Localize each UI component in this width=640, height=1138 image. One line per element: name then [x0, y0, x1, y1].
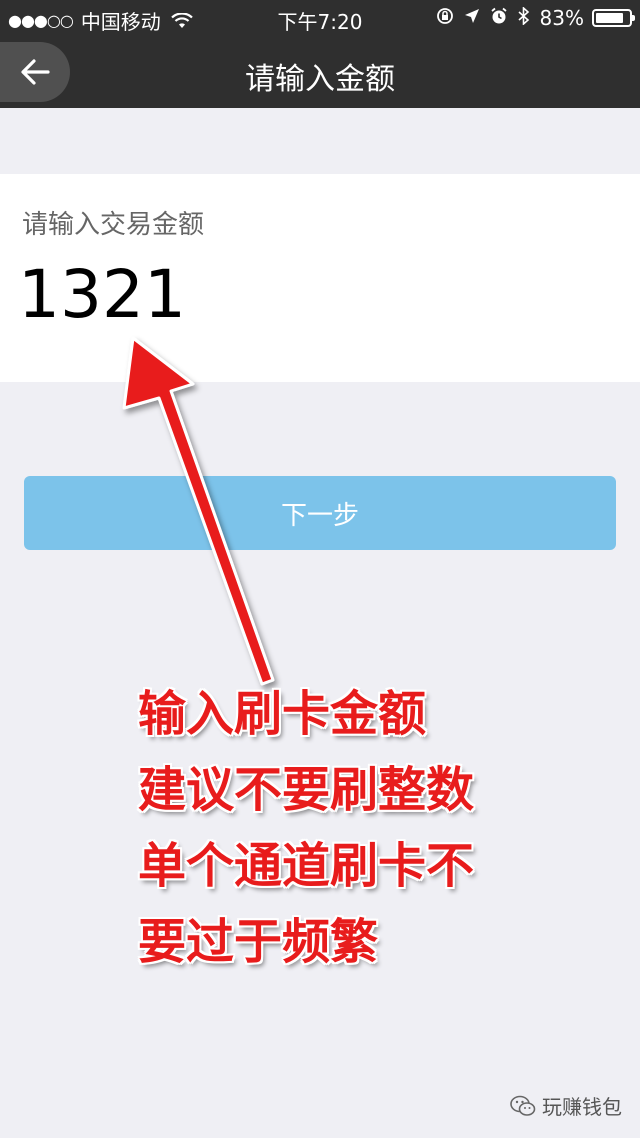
next-step-label: 下一步	[280, 500, 359, 531]
alarm-icon	[490, 7, 508, 30]
amount-panel: 请输入交易金额	[0, 174, 640, 382]
orientation-lock-icon	[436, 7, 454, 30]
bluetooth-icon	[518, 5, 530, 30]
annotation-line: 单个通道刷卡不	[138, 838, 475, 894]
status-right: 83%	[436, 5, 635, 30]
amount-input[interactable]	[18, 250, 578, 340]
annotation-line: 要过于频繁	[138, 914, 379, 970]
next-step-button[interactable]: 下一步	[24, 476, 616, 550]
battery-icon	[592, 9, 635, 27]
status-bar: ●●●○○ 中国移动 下午7:20 83%	[0, 0, 640, 36]
annotation-text: 输入刷卡金额 建议不要刷整数 单个通道刷卡不 要过于频繁	[138, 676, 618, 980]
nav-bar: 请输入金额	[0, 36, 640, 108]
battery-fill	[596, 13, 623, 23]
annotation-line: 输入刷卡金额	[138, 686, 427, 742]
location-icon	[464, 8, 480, 29]
watermark-text: 玩赚钱包	[542, 1095, 622, 1119]
amount-label: 请输入交易金额	[22, 210, 205, 240]
battery-percent: 83%	[539, 6, 584, 30]
watermark: 玩赚钱包	[510, 1091, 622, 1120]
page-title: 请输入金额	[245, 62, 395, 97]
wechat-icon	[510, 1095, 536, 1117]
annotation-line: 建议不要刷整数	[138, 762, 475, 818]
